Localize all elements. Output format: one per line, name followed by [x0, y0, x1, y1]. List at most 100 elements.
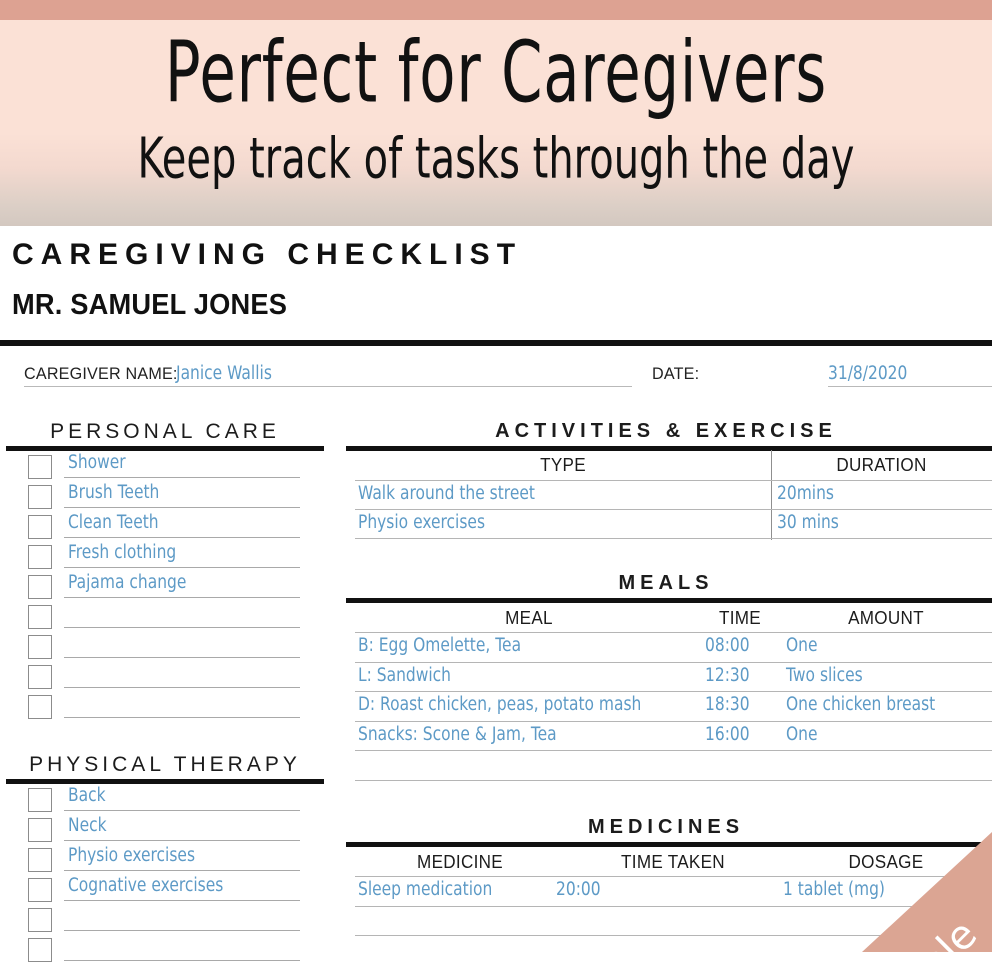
- medicines-cell-time-taken: 20:00: [556, 878, 601, 901]
- section-title-activities: ACTIVITIES & EXERCISE: [495, 420, 837, 442]
- banner-subtitle: Keep track of tasks through the day: [137, 126, 855, 191]
- personal-care-item-underline: [64, 687, 300, 688]
- meals-row-line: [355, 720, 992, 722]
- personal-care-rule: [6, 446, 324, 451]
- section-title-meals: MEALS: [618, 572, 714, 594]
- meals-cell-time: 16:00: [705, 722, 750, 745]
- ribbon-label: Editable: [862, 911, 986, 952]
- meals-cell-meal: B: Egg Omelette, Tea: [358, 634, 522, 657]
- medicines-row-line: [355, 905, 992, 907]
- physical-therapy-checkbox[interactable]: [28, 818, 52, 842]
- personal-care-checkbox[interactable]: [28, 695, 52, 719]
- banner-title: Perfect for Caregivers: [164, 21, 828, 122]
- personal-care-checkbox[interactable]: [28, 635, 52, 659]
- date-label: DATE:: [652, 364, 700, 383]
- physical-therapy-item-underline: [64, 930, 300, 931]
- personal-care-item-underline: [64, 537, 300, 538]
- caregiver-name-label: CAREGIVER NAME:: [24, 364, 178, 383]
- medicines-row-line: [355, 935, 992, 936]
- date-underline: [828, 386, 992, 387]
- personal-care-checkbox[interactable]: [28, 605, 52, 629]
- page-title: CAREGIVING CHECKLIST: [12, 238, 523, 271]
- activities-column-divider: [771, 450, 772, 540]
- medicines-row-line: [355, 876, 992, 877]
- physical-therapy-checkbox[interactable]: [28, 938, 52, 962]
- personal-care-item-underline: [64, 657, 300, 658]
- personal-care-item-underline: [64, 717, 300, 718]
- meals-cell-amount: Two slices: [786, 663, 863, 686]
- personal-care-checkbox[interactable]: [28, 485, 52, 509]
- activities-header-type: TYPE: [540, 455, 586, 475]
- date-value[interactable]: 31/8/2020: [828, 362, 907, 384]
- activities-rule: [346, 446, 992, 451]
- activities-row-line: [355, 480, 992, 481]
- physical-therapy-checkbox[interactable]: [28, 848, 52, 872]
- medicines-cell-dosage: 1 tablet (mg): [783, 878, 885, 901]
- meals-row-line: [355, 661, 992, 663]
- activities-cell-type: Walk around the street: [358, 482, 535, 505]
- physical-therapy-rule: [6, 779, 324, 784]
- physical-therapy-item-label: Cognative exercises: [68, 874, 224, 897]
- page-subtitle: MR. SAMUEL JONES: [12, 289, 288, 321]
- meals-cell-meal: D: Roast chicken, peas, potato mash: [358, 693, 642, 716]
- personal-care-item-underline: [64, 567, 300, 568]
- meals-header-amount: AMOUNT: [848, 608, 924, 628]
- personal-care-item-label: Clean Teeth: [68, 511, 159, 534]
- activities-cell-duration: 20mins: [777, 482, 834, 505]
- physical-therapy-item-underline: [64, 900, 300, 901]
- activities-row-line: [355, 538, 992, 539]
- physical-therapy-item-underline: [64, 840, 300, 841]
- physical-therapy-item-underline: [64, 960, 300, 961]
- personal-care-checkbox[interactable]: [28, 575, 52, 599]
- meals-cell-amount: One: [786, 722, 818, 745]
- caregiver-name-underline: [24, 386, 632, 387]
- personal-care-item-underline: [64, 477, 300, 478]
- section-title-physical-therapy: PHYSICAL THERAPY: [29, 753, 301, 776]
- personal-care-item-underline: [64, 507, 300, 508]
- meals-cell-time: 08:00: [705, 634, 750, 657]
- personal-care-item-underline: [64, 627, 300, 628]
- physical-therapy-checkbox[interactable]: [28, 878, 52, 902]
- medicines-header-dosage: DOSAGE: [848, 852, 924, 872]
- physical-therapy-item-label: Physio exercises: [68, 844, 196, 867]
- physical-therapy-item-label: Neck: [68, 814, 107, 837]
- personal-care-checkbox[interactable]: [28, 545, 52, 569]
- personal-care-checkbox[interactable]: [28, 665, 52, 689]
- personal-care-checkbox[interactable]: [28, 515, 52, 539]
- meals-rule: [346, 598, 992, 603]
- meals-header-time: TIME: [718, 608, 761, 628]
- medicines-cell-medicine: Sleep medication: [358, 878, 493, 901]
- personal-care-checkbox[interactable]: [28, 455, 52, 479]
- medicines-header-time-taken: TIME TAKEN: [621, 852, 725, 872]
- personal-care-item-label: Shower: [68, 451, 126, 474]
- personal-care-item-label: Pajama change: [68, 571, 187, 594]
- physical-therapy-item-underline: [64, 810, 300, 811]
- banner-top-strip: [0, 0, 992, 20]
- meals-cell-time: 18:30: [705, 693, 750, 716]
- meals-cell-time: 12:30: [705, 663, 750, 686]
- meals-row-line: [355, 691, 992, 692]
- activities-row-line: [355, 509, 992, 510]
- personal-care-item-label: Brush Teeth: [68, 481, 160, 504]
- meals-cell-meal: Snacks: Scone & Jam, Tea: [358, 722, 557, 745]
- meals-row-line: [355, 632, 992, 633]
- section-title-personal-care: PERSONAL CARE: [50, 420, 280, 443]
- meals-row-line: [355, 750, 992, 751]
- physical-therapy-item-underline: [64, 870, 300, 871]
- header-divider: [0, 340, 992, 346]
- caregiver-name-value[interactable]: Janice Wallis: [176, 362, 272, 384]
- section-title-medicines: MEDICINES: [587, 816, 745, 838]
- personal-care-item-underline: [64, 597, 300, 598]
- activities-cell-duration: 30 mins: [777, 511, 839, 534]
- meals-row-line: [355, 779, 992, 781]
- physical-therapy-checkbox[interactable]: [28, 788, 52, 812]
- medicines-header-medicine: MEDICINE: [417, 852, 503, 872]
- meals-header-meal: MEAL: [505, 608, 553, 628]
- physical-therapy-checkbox[interactable]: [28, 908, 52, 932]
- personal-care-item-label: Fresh clothing: [68, 541, 177, 564]
- promo-banner: Perfect for Caregivers Keep track of tas…: [0, 0, 992, 226]
- activities-header-duration: DURATION: [836, 455, 927, 475]
- physical-therapy-item-label: Back: [68, 784, 106, 807]
- medicines-rule: [346, 842, 992, 847]
- meals-cell-amount: One chicken breast: [786, 693, 936, 716]
